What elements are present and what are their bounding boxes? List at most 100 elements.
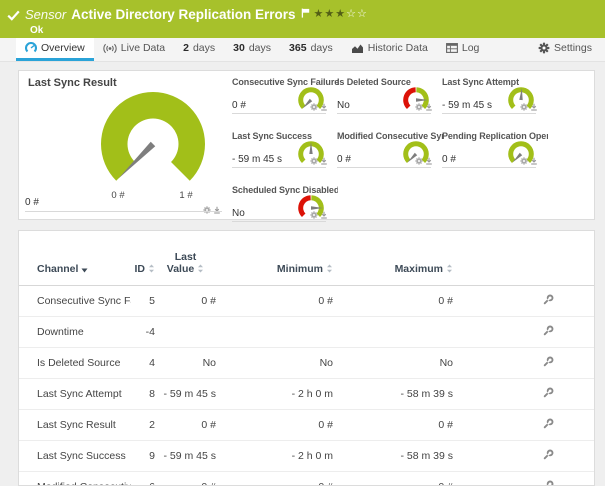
sensor-title: Active Directory Replication Errors [71,6,296,22]
tab-settings[interactable]: Settings [529,38,601,61]
channel-last-value: 0 # [155,472,216,485]
mini-gauge-cell: Consecutive Sync Failures 0 # [232,77,338,116]
channel-minimum: - 2 h 0 m [291,388,333,400]
priority-stars[interactable]: ★★★☆☆ [314,8,368,20]
channel-last-value [155,317,216,348]
sort-icon [148,264,155,276]
channel-settings-button[interactable] [543,325,554,339]
channel-id: -4 [145,326,155,338]
download-icon[interactable] [425,98,433,116]
table-row[interactable]: Last Sync Attempt 8 - 59 m 45 s - 2 h 0 … [19,379,594,410]
channel-maximum: - 58 m 39 s [400,450,453,462]
sort-icon [197,264,204,276]
mini-gauge-value: - 59 m 45 s [232,154,283,165]
table-row[interactable]: Modified Consecutive S... 6 0 # 0 # 0 # [19,472,594,485]
channel-settings-button[interactable] [543,480,554,485]
download-icon[interactable] [213,201,221,219]
channel-last-value: - 59 m 45 s [163,450,216,462]
table-row[interactable]: Consecutive Sync Failur... 5 0 # 0 # 0 # [19,286,594,317]
channel-id: 6 [131,472,155,485]
channel-minimum: 0 # [216,472,333,485]
flag-icon[interactable] [301,5,310,23]
tab-log[interactable]: Log [437,38,489,61]
download-icon[interactable] [425,152,433,170]
channel-minimum: 0 # [318,295,333,307]
mini-gauge-value: 0 # [442,154,456,165]
gear-icon[interactable] [310,98,318,116]
channel-minimum: No [319,357,333,369]
tab-label: days [248,42,272,54]
table-row[interactable]: Last Sync Result 2 0 # 0 # 0 # [19,410,594,441]
tab-30-days[interactable]: 30 days [224,38,280,61]
mini-gauge-cell: Last Sync Attempt - 59 m 45 s [442,77,538,116]
tab-label: Log [461,42,480,54]
channel-name: Downtime [37,326,84,338]
channel-last-value: 0 # [201,295,216,307]
channel-minimum: 0 # [318,419,333,431]
column-header-minimum[interactable]: Minimum [216,231,333,286]
main-gauge: Last Sync Result 0 # 1 # 0 # [25,77,227,217]
gear-icon[interactable] [415,152,423,170]
channel-id: 8 [149,388,155,400]
sensor-kind-label: Sensor [25,6,67,22]
table-row[interactable]: Last Sync Success 9 - 59 m 45 s - 2 h 0 … [19,441,594,472]
status-badge: Ok [30,25,44,36]
channel-settings-button[interactable] [543,387,554,401]
channel-id: 4 [149,357,155,369]
channel-settings-button[interactable] [543,418,554,432]
gear-icon[interactable] [310,206,318,224]
channel-maximum [333,317,453,348]
channel-maximum: 0 # [333,472,453,485]
channel-name: Is Deleted Source [37,357,121,369]
tab-bar: Overview Live Data 2 days 30 days 365 da… [0,38,605,62]
download-icon[interactable] [320,152,328,170]
channel-settings-button[interactable] [543,294,554,308]
divider [25,211,222,212]
column-header-id[interactable]: ID [131,231,155,286]
sort-icon [446,264,453,276]
column-header-channel[interactable]: Channel [19,231,131,286]
mini-gauge-value: 0 # [232,100,246,111]
channel-maximum: No [439,357,453,369]
download-icon[interactable] [320,206,328,224]
ok-check-icon [7,5,25,26]
stars-empty: ☆☆ [346,8,368,20]
gear-icon[interactable] [520,98,528,116]
channel-minimum [216,317,333,348]
channel-minimum: - 2 h 0 m [291,450,333,462]
tab-2-days[interactable]: 2 days [174,38,224,61]
sensor-header: Sensor Active Directory Replication Erro… [0,0,605,38]
download-icon[interactable] [320,98,328,116]
channel-name: Consecutive Sync Failur... [37,295,131,307]
channel-settings-button[interactable] [543,356,554,370]
mini-gauge-cell: Pending Replication Operatio... 0 # [442,131,548,170]
download-icon[interactable] [530,98,538,116]
table-row[interactable]: Downtime -4 [19,317,594,348]
overview-content: Last Sync Result 0 # 1 # 0 # Consecutive… [0,62,605,486]
table-row[interactable]: Is Deleted Source 4 No No No [19,348,594,379]
channel-last-value: - 59 m 45 s [163,388,216,400]
gear-icon[interactable] [415,98,423,116]
channel-settings-button[interactable] [543,449,554,463]
main-gauge-dial [93,86,213,191]
gauges-panel: Last Sync Result 0 # 1 # 0 # Consecutive… [18,70,595,222]
main-gauge-value: 0 # [25,197,39,208]
gear-icon[interactable] [310,152,318,170]
tab-365-days[interactable]: 365 days [280,38,342,61]
bar-chart-icon [351,43,364,54]
tab-label: Overview [41,42,85,54]
tab-historic-data[interactable]: Historic Data [342,38,437,61]
gear-icon[interactable] [520,152,528,170]
tab-number: 365 [289,42,307,54]
gear-icon[interactable] [203,201,211,219]
column-header-last-value[interactable]: Last Value [155,231,216,286]
gauge-icon [25,42,37,54]
download-icon[interactable] [530,152,538,170]
table-icon [445,43,458,53]
tab-number: 30 [233,42,245,54]
column-header-maximum[interactable]: Maximum [333,231,453,286]
tab-overview[interactable]: Overview [16,38,94,61]
sort-icon [326,264,333,276]
channel-name: Last Sync Success [37,450,126,462]
tab-live-data[interactable]: Live Data [94,38,174,61]
